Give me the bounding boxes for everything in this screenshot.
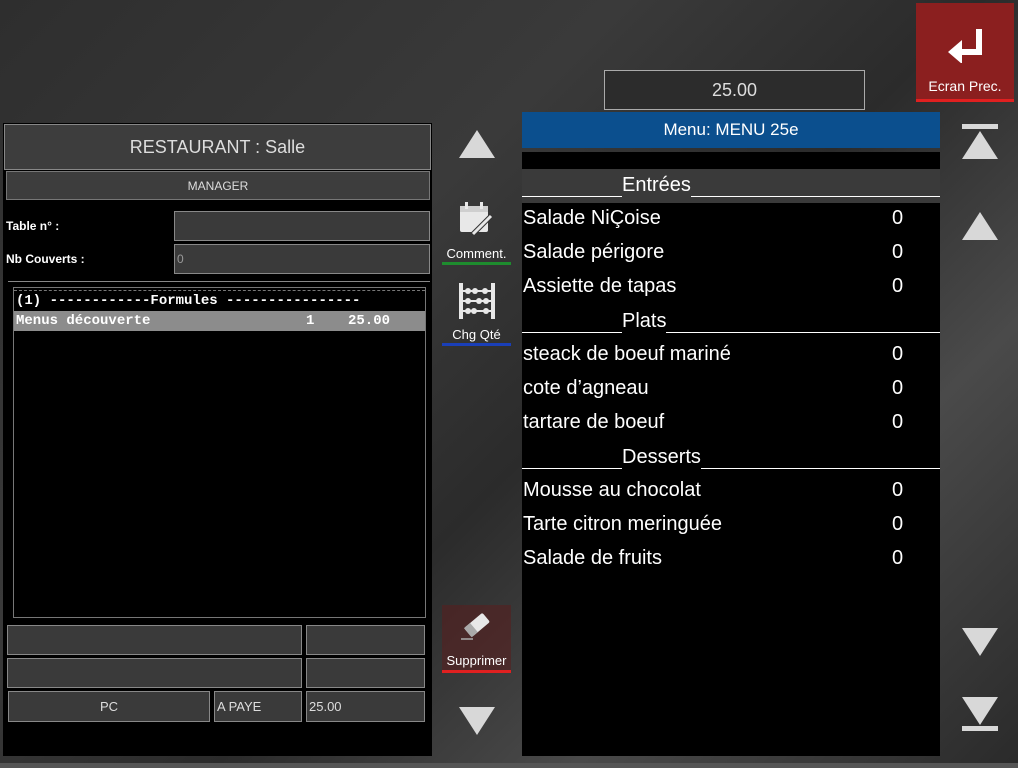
category-rule-left [522, 468, 622, 469]
table-number-label: Table n° : [6, 219, 60, 233]
amount-display: 25.00 [306, 691, 425, 722]
menu-item[interactable]: Salade de fruits 0 [522, 543, 940, 577]
menu-item-name: steack de boeuf mariné [523, 343, 731, 365]
menu-item-qty: 0 [892, 343, 904, 365]
summary-field-2 [306, 625, 425, 655]
menu-item[interactable]: Mousse au chocolat 0 [522, 475, 940, 509]
menu-item-name: tartare de boeuf [523, 411, 665, 433]
menu-item[interactable]: tartare de boeuf 0 [522, 407, 940, 441]
menu-item-name: cote d’agneau [523, 377, 649, 399]
menu-category-label: Entrées [622, 174, 691, 196]
category-rule-right [691, 196, 940, 197]
category-rule-right [666, 332, 940, 333]
covers-input[interactable]: 0 [174, 244, 430, 274]
menu-item-name: Salade NiÇoise [523, 207, 661, 229]
scroll-top-icon[interactable] [962, 131, 998, 159]
menu-category: Entrées [522, 169, 940, 203]
scroll-up-icon[interactable] [459, 130, 495, 158]
menu-list: Entrées Salade NiÇoise 0 Salade périgore 0 As… [522, 152, 940, 756]
menu-item-name: Tarte citron meringuée [523, 513, 722, 535]
order-list[interactable]: (1) ------------Formules ---------------… [13, 287, 426, 618]
order-group-header[interactable]: (1) ------------Formules ---------------… [14, 290, 425, 311]
paid-button[interactable]: A PAYE [214, 691, 302, 722]
back-screen-button[interactable]: Ecran Prec. [916, 3, 1014, 102]
scroll-down-icon[interactable] [459, 707, 495, 735]
change-quantity-button[interactable]: Chg Qté [442, 273, 511, 346]
comment-underline [442, 262, 511, 265]
scroll-bottom-icon[interactable] [962, 697, 998, 725]
comment-label: Comment. [446, 246, 507, 261]
eraser-icon [461, 613, 490, 640]
order-line-name: Menus découverte [16, 313, 151, 329]
menu-item-qty: 0 [892, 377, 904, 399]
order-line-qty: 1 [306, 313, 315, 329]
pc-button[interactable]: PC [8, 691, 210, 722]
summary-field-1 [7, 625, 302, 655]
divider [8, 281, 430, 282]
delete-button[interactable]: Supprimer [442, 605, 511, 673]
page-down-icon[interactable] [962, 628, 998, 656]
menu-item-qty: 0 [892, 411, 904, 433]
return-arrow-icon [948, 29, 982, 63]
category-rule-left [522, 196, 622, 197]
menu-item-qty: 0 [892, 479, 904, 501]
page-up-icon[interactable] [962, 212, 998, 240]
category-rule-left [522, 332, 622, 333]
order-line-price: 25.00 [348, 313, 391, 329]
delete-underline [442, 670, 511, 673]
change-quantity-label: Chg Qté [452, 327, 501, 342]
category-rule-right [701, 468, 940, 469]
back-screen-label: Ecran Prec. [928, 78, 1002, 94]
menu-item-name: Mousse au chocolat [523, 479, 701, 501]
menu-item-qty: 0 [892, 547, 904, 569]
order-line[interactable]: Menus découverte 1 25.00 [14, 311, 425, 331]
change-quantity-underline [442, 343, 511, 346]
calendar-edit-icon [460, 202, 493, 236]
total-display: 25.00 [604, 70, 865, 110]
delete-label: Supprimer [446, 653, 507, 668]
menu-header: Menu: MENU 25e [522, 112, 940, 148]
menu-item-name: Salade périgore [523, 241, 665, 263]
menu-item[interactable]: Salade périgore 0 [522, 237, 940, 271]
menu-item-name: Assiette de tapas [523, 275, 677, 297]
user-bar[interactable]: MANAGER [6, 171, 430, 200]
summary-field-4 [306, 658, 425, 688]
menu-item-name: Salade de fruits [523, 547, 662, 569]
menu-item[interactable]: Tarte citron meringuée 0 [522, 509, 940, 543]
menu-item-qty: 0 [892, 207, 904, 229]
menu-category: Desserts [522, 441, 940, 475]
scroll-top-bar [962, 124, 998, 129]
restaurant-title: RESTAURANT : Salle [4, 124, 431, 170]
menu-category: Plats [522, 305, 940, 339]
menu-item-qty: 0 [892, 513, 904, 535]
bottom-bar [0, 763, 1018, 768]
menu-item[interactable]: cote d’agneau 0 [522, 373, 940, 407]
table-number-input[interactable] [174, 211, 430, 241]
scroll-bottom-bar [962, 726, 998, 731]
menu-item-qty: 0 [892, 275, 904, 297]
menu-item-qty: 0 [892, 241, 904, 263]
menu-item[interactable]: Salade NiÇoise 0 [522, 203, 940, 237]
menu-category-label: Plats [622, 310, 667, 332]
abacus-icon [459, 283, 495, 319]
comment-button[interactable]: Comment. [442, 192, 511, 265]
covers-label: Nb Couverts : [6, 252, 85, 266]
menu-item[interactable]: steack de boeuf mariné 0 [522, 339, 940, 373]
menu-item[interactable]: Assiette de tapas 0 [522, 271, 940, 305]
summary-field-3 [7, 658, 302, 688]
menu-category-label: Desserts [622, 446, 701, 468]
